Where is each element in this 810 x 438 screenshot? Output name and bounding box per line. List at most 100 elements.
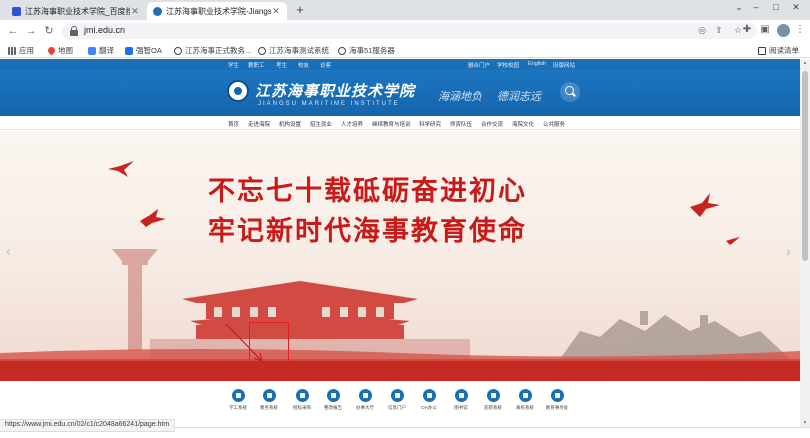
student-affairs-icon: [231, 389, 245, 402]
annotation-highlight-box: [249, 322, 289, 362]
nav-item[interactable]: 招生就业: [310, 120, 332, 128]
link-old-site[interactable]: 旧版网站: [553, 61, 575, 69]
link-visitors[interactable]: 访客: [320, 61, 331, 69]
share-icon[interactable]: ⇪: [713, 25, 725, 36]
google-lens-icon[interactable]: ◎: [696, 25, 708, 36]
quick-link-service-hall[interactable]: 办事大厅: [350, 389, 380, 411]
quick-link-library[interactable]: 图书馆: [446, 389, 476, 411]
oa-icon: [422, 389, 436, 402]
scroll-down-icon[interactable]: ▼: [802, 420, 808, 426]
extensions-icon[interactable]: ✚: [740, 24, 754, 35]
link-portal[interactable]: 融合门户: [468, 61, 490, 69]
minimize-button[interactable]: –: [750, 2, 762, 12]
apps-grid-icon: [8, 46, 16, 55]
jmi-favicon-icon: [153, 6, 162, 16]
school-emblem-icon[interactable]: [227, 80, 249, 102]
leave-icon: [518, 389, 532, 402]
search-icon[interactable]: [560, 82, 580, 102]
quick-link-welcome-system[interactable]: 迎新系统: [478, 389, 508, 411]
nav-item[interactable]: 公共服务: [543, 120, 565, 128]
quick-link-info-portal[interactable]: 信息门户: [382, 389, 412, 411]
link-campus[interactable]: 学校校园: [497, 61, 519, 69]
nav-item[interactable]: 继续教育与培训: [372, 120, 411, 128]
scroll-thumb[interactable]: [802, 71, 808, 261]
nav-item[interactable]: 师资队伍: [450, 120, 472, 128]
reading-list-icon: [758, 46, 766, 55]
reload-button[interactable]: ↻: [42, 24, 56, 38]
top-links-bar: 学生 教职工 考生 校友 访客 融合门户 学校校园 English 旧版网站: [0, 59, 800, 70]
service-hall-icon: [358, 389, 372, 402]
bookmark-server[interactable]: 海事51服务器: [338, 45, 395, 56]
link-alumni[interactable]: 校友: [298, 61, 309, 69]
quick-link-academic-system[interactable]: 教务系统: [254, 389, 284, 411]
maximize-button[interactable]: □: [770, 2, 782, 12]
link-staff[interactable]: 教职工: [248, 61, 265, 69]
forward-button[interactable]: →: [24, 24, 38, 38]
nav-item[interactable]: 科学研究: [419, 120, 441, 128]
translate-icon: [88, 46, 96, 55]
motto-part-2: 德润志远: [497, 90, 541, 103]
scroll-up-icon[interactable]: ▲: [802, 60, 808, 66]
bookmark-maps[interactable]: 地图: [46, 45, 73, 56]
report-icon: [326, 389, 340, 402]
quick-link-student-affairs[interactable]: 学工系统: [223, 389, 253, 411]
menu-icon[interactable]: ⋮: [793, 24, 807, 35]
bookmark-oa[interactable]: 强智OA: [125, 45, 162, 56]
page-scrollbar[interactable]: ▲ ▼: [800, 59, 810, 427]
quick-link-education-affairs[interactable]: 教育事务处: [542, 389, 572, 411]
link-applicants[interactable]: 考生: [276, 61, 287, 69]
main-navigation: 首页 走进海院 机构设置 招生就业 人才培养 继续教育与培训 科学研究 师资队伍…: [0, 116, 800, 130]
motto-part-1: 海涵地负: [438, 90, 482, 103]
back-button[interactable]: ←: [6, 24, 20, 38]
tab-jmi-home[interactable]: 江苏海事职业技术学院-Jiangsu ✕: [147, 2, 287, 20]
tab-title: 江苏海事职业技术学院_百度搜索: [25, 6, 130, 16]
tab-strip: 江苏海事职业技术学院_百度搜索 ✕ 江苏海事职业技术学院-Jiangsu ✕ +…: [0, 0, 810, 20]
bookmark-translate[interactable]: 翻译: [88, 45, 114, 56]
tab-baidu-search[interactable]: 江苏海事职业技术学院_百度搜索 ✕: [6, 2, 146, 20]
nav-item[interactable]: 人才培养: [341, 120, 363, 128]
portal-icon: [390, 389, 404, 402]
globe-icon: [174, 46, 182, 55]
lock-icon[interactable]: [70, 26, 78, 36]
nav-item[interactable]: 走进海院: [248, 120, 270, 128]
library-icon: [454, 389, 468, 402]
globe-icon: [258, 46, 266, 55]
procurement-icon: [295, 389, 309, 402]
quick-link-procurement[interactable]: 招标采购: [287, 389, 317, 411]
status-bar-url: https://www.jmi.edu.cn/02/c1/c2048a66241…: [0, 419, 176, 432]
bookmark-test-system[interactable]: 江苏海事测试系统: [258, 45, 329, 56]
baidu-favicon-icon: [12, 6, 21, 16]
nav-item[interactable]: 首页: [228, 120, 239, 128]
link-english[interactable]: English: [528, 61, 546, 67]
school-name-english: JIANGSU MARITIME INSTITUTE: [258, 101, 400, 107]
close-tab-icon[interactable]: ✕: [271, 6, 281, 17]
close-tab-icon[interactable]: ✕: [130, 6, 140, 17]
nav-item[interactable]: 机构设置: [279, 120, 301, 128]
nav-item[interactable]: 合作交流: [481, 120, 503, 128]
new-tab-button[interactable]: +: [293, 3, 307, 17]
browser-toolbar: ← → ↻ jmi.edu.cn ◎ ⇪ ☆ ✚ ▣ ⋮: [0, 20, 810, 42]
address-bar[interactable]: jmi.edu.cn ◎ ⇪ ☆: [62, 23, 757, 39]
hero-banner[interactable]: 不忘七十载砥砺奋进初心 牢记新时代海事教育使命 ‹ ›: [0, 131, 800, 381]
bookmark-edu-system[interactable]: 江苏海事正式教务...: [174, 45, 251, 56]
tab-title: 江苏海事职业技术学院-Jiangsu: [166, 6, 271, 16]
school-name[interactable]: 江苏海事职业技术学院: [255, 80, 415, 101]
link-students[interactable]: 学生: [228, 61, 239, 69]
profile-avatar[interactable]: [777, 24, 790, 37]
maps-pin-icon: [46, 45, 57, 56]
quick-link-oa[interactable]: OA办公: [414, 389, 444, 411]
bookmark-apps[interactable]: 应用: [8, 45, 34, 56]
web-page: 学生 教职工 考生 校友 访客 融合门户 学校校园 English 旧版网站 江…: [0, 59, 800, 427]
quick-link-leave-system[interactable]: 离校系统: [510, 389, 540, 411]
chevron-down-icon[interactable]: ⌄: [733, 2, 745, 13]
url-text[interactable]: jmi.edu.cn: [84, 25, 125, 35]
tab-search-icon[interactable]: ▣: [758, 24, 772, 35]
tiananmen-illustration: [0, 249, 800, 381]
close-window-button[interactable]: ✕: [790, 2, 802, 13]
academic-system-icon: [262, 389, 276, 402]
site-header: 江苏海事职业技术学院 JIANGSU MARITIME INSTITUTE 海涵…: [0, 70, 800, 116]
reading-list[interactable]: 阅读清单: [758, 45, 799, 56]
nav-item[interactable]: 海院文化: [512, 120, 534, 128]
quick-link-rectification-report[interactable]: 整改报告: [318, 389, 348, 411]
welcome-icon: [486, 389, 500, 402]
